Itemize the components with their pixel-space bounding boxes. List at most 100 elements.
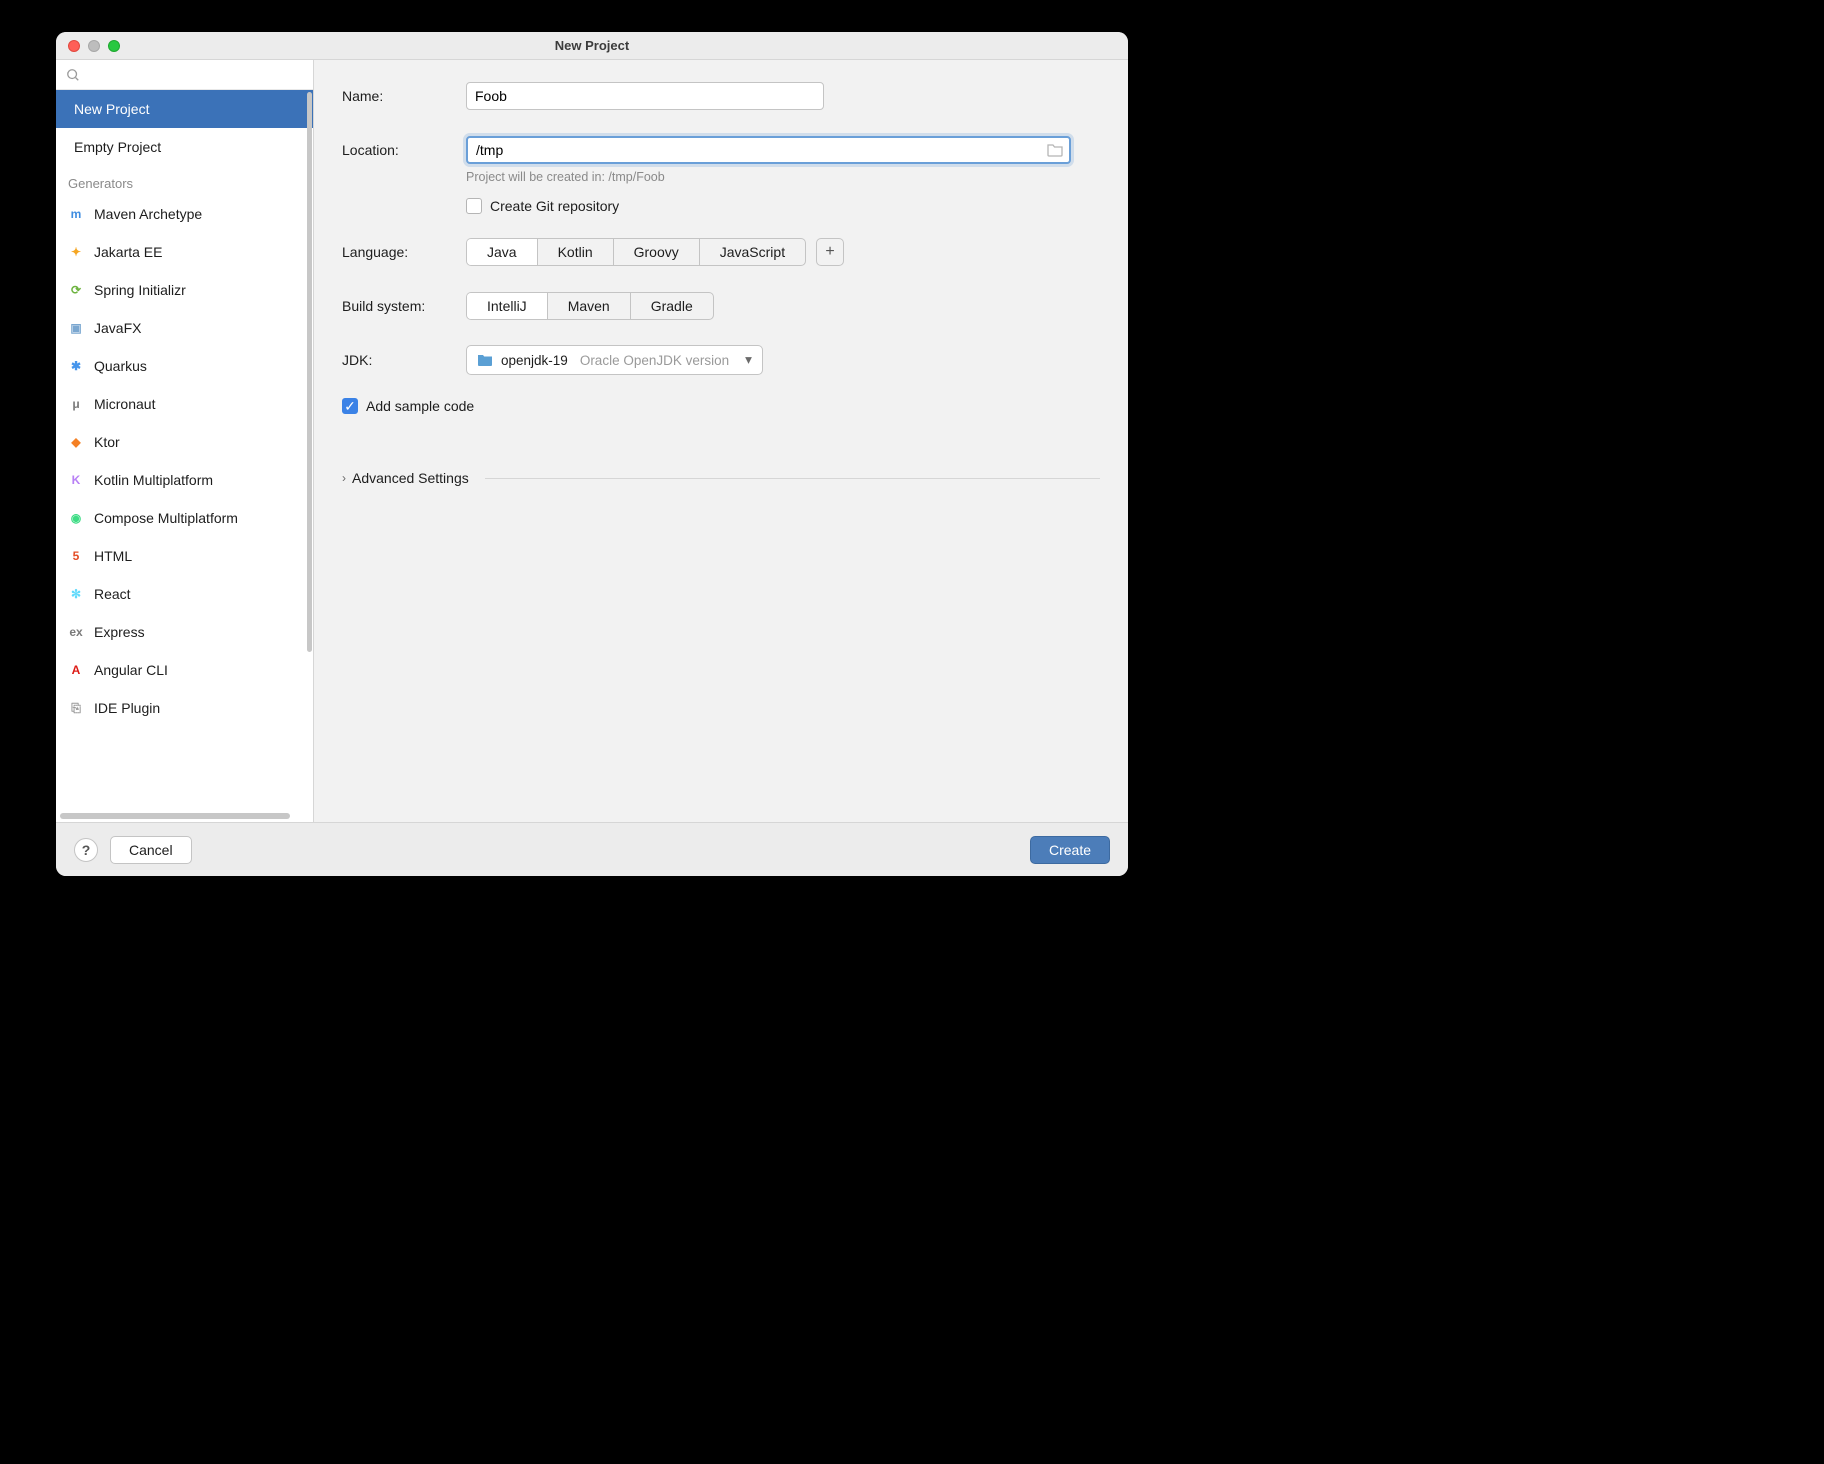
- build-system-row: Build system: IntelliJMavenGradle: [342, 290, 1100, 322]
- sidebar-item-label: Empty Project: [74, 139, 161, 155]
- browse-folder-icon[interactable]: [1047, 143, 1063, 157]
- sample-code-row[interactable]: ✓ Add sample code: [342, 398, 1100, 414]
- generator-label: Quarkus: [94, 358, 147, 374]
- segment-java[interactable]: Java: [467, 239, 538, 265]
- language-label: Language:: [342, 244, 466, 260]
- generator-icon: ◆: [68, 434, 84, 450]
- cancel-button[interactable]: Cancel: [110, 836, 192, 864]
- jdk-value: openjdk-19: [501, 353, 568, 368]
- generator-label: JavaFX: [94, 320, 141, 336]
- jdk-label: JDK:: [342, 352, 466, 368]
- generator-icon: A: [68, 662, 84, 678]
- create-button[interactable]: Create: [1030, 836, 1110, 864]
- window-title: New Project: [56, 38, 1128, 53]
- generator-label: Compose Multiplatform: [94, 510, 238, 526]
- generator-label: Express: [94, 624, 145, 640]
- generator-label: IDE Plugin: [94, 700, 160, 716]
- dialog-body: New ProjectEmpty Project Generators mMav…: [56, 60, 1128, 822]
- generator-item-ide-plugin[interactable]: ⎘ IDE Plugin: [56, 689, 313, 727]
- sample-code-label: Add sample code: [366, 398, 474, 414]
- sidebar-horizontal-scrollbar[interactable]: [60, 813, 290, 819]
- generators-header: Generators: [56, 166, 313, 195]
- jdk-row: JDK: openjdk-19 Oracle OpenJDK version ▾: [342, 344, 1100, 376]
- sidebar-list: New Project Empty Project Generators mMav…: [56, 90, 313, 822]
- generator-label: Kotlin Multiplatform: [94, 472, 213, 488]
- generator-label: React: [94, 586, 131, 602]
- generator-item-express[interactable]: ex Express: [56, 613, 313, 651]
- generator-icon: ▣: [68, 320, 84, 336]
- jdk-dropdown[interactable]: openjdk-19 Oracle OpenJDK version ▾: [466, 345, 763, 375]
- jdk-description: Oracle OpenJDK version: [580, 353, 729, 368]
- window-minimize-button[interactable]: [88, 40, 100, 52]
- location-row: Location:: [342, 134, 1100, 166]
- generator-icon: ⟳: [68, 282, 84, 298]
- git-checkbox-label: Create Git repository: [490, 198, 619, 214]
- chevron-right-icon: ›: [342, 471, 346, 485]
- window-zoom-button[interactable]: [108, 40, 120, 52]
- location-hint: Project will be created in: /tmp/Foob: [466, 170, 1100, 184]
- git-checkbox-row[interactable]: Create Git repository: [466, 198, 1100, 214]
- location-wrap: [466, 136, 1071, 164]
- advanced-settings-label: Advanced Settings: [352, 470, 469, 486]
- generator-label: Spring Initializr: [94, 282, 186, 298]
- sidebar-scrollbar[interactable]: [307, 92, 312, 652]
- generator-item-html[interactable]: 5 HTML: [56, 537, 313, 575]
- new-project-window: New Project New Project Empty Project Gen…: [56, 32, 1128, 876]
- generator-item-micronaut[interactable]: μMicronaut: [56, 385, 313, 423]
- generator-item-jakarta-ee[interactable]: ✦Jakarta EE: [56, 233, 313, 271]
- segment-groovy[interactable]: Groovy: [614, 239, 700, 265]
- generator-item-react[interactable]: ✻ React: [56, 575, 313, 613]
- divider: [485, 478, 1100, 479]
- sidebar-item-new-project[interactable]: New Project: [56, 90, 313, 128]
- form-panel: Name: Location: Project will be created …: [314, 60, 1128, 822]
- git-checkbox[interactable]: [466, 198, 482, 214]
- generator-item-maven-archetype[interactable]: mMaven Archetype: [56, 195, 313, 233]
- chevron-down-icon: ▾: [745, 352, 752, 368]
- segment-kotlin[interactable]: Kotlin: [538, 239, 614, 265]
- traffic-lights: [56, 40, 120, 52]
- generator-item-spring-initializr[interactable]: ⟳ Spring Initializr: [56, 271, 313, 309]
- generator-item-angular-cli[interactable]: A Angular CLI: [56, 651, 313, 689]
- generator-icon: μ: [68, 396, 84, 412]
- generator-item-javafx[interactable]: ▣ JavaFX: [56, 309, 313, 347]
- generator-icon: ✱: [68, 358, 84, 374]
- add-language-button[interactable]: +: [816, 238, 844, 266]
- segment-intellij[interactable]: IntelliJ: [467, 293, 548, 319]
- dialog-footer: ? Cancel Create: [56, 822, 1128, 876]
- generator-label: Angular CLI: [94, 662, 168, 678]
- name-label: Name:: [342, 88, 466, 104]
- generator-icon: m: [68, 206, 84, 222]
- sidebar-item-empty-project[interactable]: Empty Project: [56, 128, 313, 166]
- search-input[interactable]: [86, 67, 303, 82]
- generator-label: HTML: [94, 548, 132, 564]
- location-label: Location:: [342, 142, 466, 158]
- segment-gradle[interactable]: Gradle: [631, 293, 713, 319]
- name-row: Name:: [342, 80, 1100, 112]
- generator-icon: ◉: [68, 510, 84, 526]
- generator-item-compose-multiplatform[interactable]: ◉ Compose Multiplatform: [56, 499, 313, 537]
- search-row: [56, 60, 313, 90]
- language-row: Language: JavaKotlinGroovyJavaScript +: [342, 236, 1100, 268]
- generator-item-quarkus[interactable]: ✱ Quarkus: [56, 347, 313, 385]
- help-button[interactable]: ?: [74, 838, 98, 862]
- advanced-settings-toggle[interactable]: › Advanced Settings: [342, 470, 1100, 486]
- generator-icon: K: [68, 472, 84, 488]
- segment-javascript[interactable]: JavaScript: [700, 239, 805, 265]
- titlebar: New Project: [56, 32, 1128, 60]
- location-input[interactable]: [466, 136, 1071, 164]
- generator-icon: ex: [68, 624, 84, 640]
- folder-icon: [477, 353, 493, 367]
- generator-icon: 5: [68, 548, 84, 564]
- sidebar: New Project Empty Project Generators mMav…: [56, 60, 314, 822]
- sample-code-checkbox[interactable]: ✓: [342, 398, 358, 414]
- name-input[interactable]: [466, 82, 824, 110]
- sidebar-item-label: New Project: [74, 101, 149, 117]
- window-close-button[interactable]: [68, 40, 80, 52]
- language-segmented: JavaKotlinGroovyJavaScript: [466, 238, 806, 266]
- generator-item-ktor[interactable]: ◆Ktor: [56, 423, 313, 461]
- generator-icon: ⎘: [68, 700, 84, 716]
- segment-maven[interactable]: Maven: [548, 293, 631, 319]
- generator-item-kotlin-multiplatform[interactable]: K Kotlin Multiplatform: [56, 461, 313, 499]
- generator-icon: ✻: [68, 586, 84, 602]
- search-icon: [66, 68, 80, 82]
